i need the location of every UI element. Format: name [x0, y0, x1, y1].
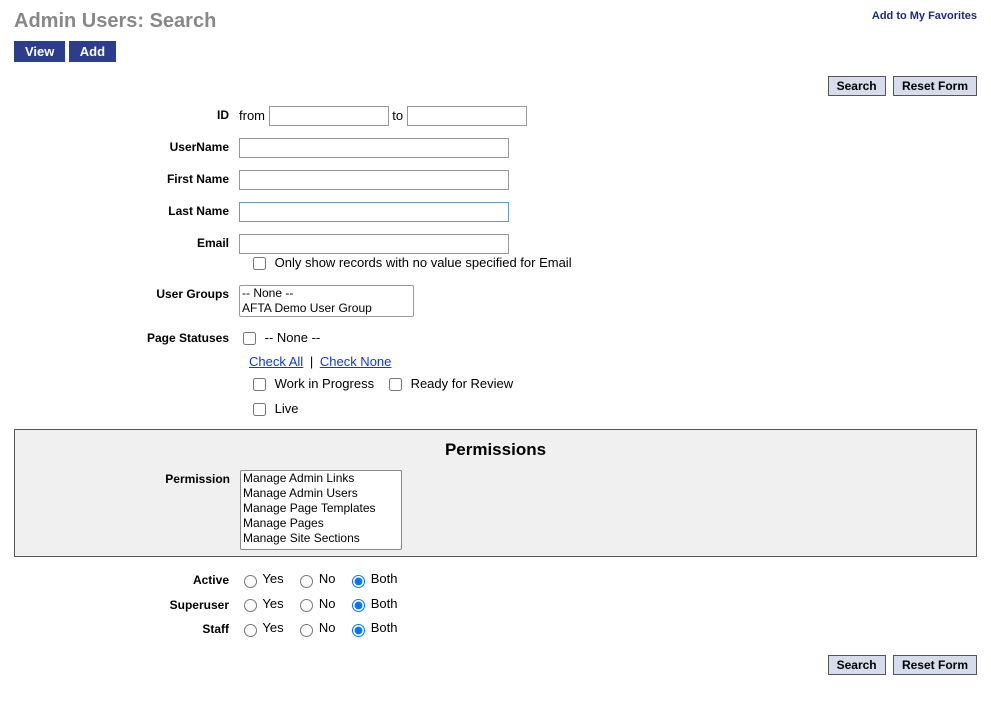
top-button-bar: Search Reset Form [14, 76, 977, 96]
active-no-radio[interactable] [300, 575, 313, 588]
id-from-input[interactable] [269, 106, 389, 126]
email-empty-note: Only show records with no value specifie… [275, 255, 572, 270]
staff-yes-text: Yes [262, 620, 283, 635]
add-to-favorites-link[interactable]: Add to My Favorites [872, 10, 977, 22]
staff-no-text: No [319, 620, 336, 635]
permission-select[interactable]: Manage Admin Links Manage Admin Users Ma… [240, 470, 402, 550]
staff-both-radio[interactable] [352, 624, 365, 637]
id-label: ID [14, 106, 239, 122]
page-status-wip-text: Work in Progress [275, 376, 374, 391]
email-label: Email [14, 234, 239, 250]
superuser-label: Superuser [14, 596, 239, 612]
page-status-ready-text: Ready for Review [411, 376, 514, 391]
email-empty-checkbox[interactable] [253, 257, 266, 270]
active-no-text: No [319, 571, 336, 586]
first-name-label: First Name [14, 170, 239, 186]
superuser-both-radio[interactable] [352, 599, 365, 612]
username-label: UserName [14, 138, 239, 154]
staff-no-radio[interactable] [300, 624, 313, 637]
pipe-sep: | [310, 354, 313, 369]
staff-yes-radio[interactable] [244, 624, 257, 637]
search-button-bottom[interactable]: Search [828, 655, 886, 675]
tab-bar: View Add [14, 41, 977, 62]
last-name-label: Last Name [14, 202, 239, 218]
first-name-input[interactable] [239, 170, 509, 190]
user-groups-label: User Groups [14, 285, 239, 301]
id-to-label: to [392, 108, 403, 123]
perm-option[interactable]: Manage Page Templates [241, 501, 401, 516]
perm-option[interactable]: Manage Site Sections [241, 531, 401, 546]
user-groups-option-none[interactable]: -- None -- [240, 286, 413, 301]
username-input[interactable] [239, 138, 509, 158]
check-none-link[interactable]: Check None [320, 354, 392, 369]
user-groups-select[interactable]: -- None -- AFTA Demo User Group [239, 285, 414, 317]
superuser-both-text: Both [371, 596, 398, 611]
email-input[interactable] [239, 234, 509, 254]
perm-option[interactable]: Manage Admin Users [241, 486, 401, 501]
page-status-live-text: Live [275, 401, 299, 416]
page-statuses-label: Page Statuses [14, 329, 239, 345]
last-name-input[interactable] [239, 202, 509, 222]
search-button-top[interactable]: Search [828, 76, 886, 96]
superuser-yes-text: Yes [262, 596, 283, 611]
page-status-live-checkbox[interactable] [253, 403, 266, 416]
page-status-wip-checkbox[interactable] [253, 378, 266, 391]
superuser-yes-radio[interactable] [244, 599, 257, 612]
id-to-input[interactable] [407, 106, 527, 126]
page-status-none-text: -- None -- [265, 330, 321, 345]
superuser-no-radio[interactable] [300, 599, 313, 612]
id-from-label: from [239, 108, 265, 123]
permissions-title: Permissions [15, 430, 976, 470]
active-both-text: Both [371, 571, 398, 586]
active-yes-radio[interactable] [244, 575, 257, 588]
tab-view[interactable]: View [14, 41, 65, 62]
user-groups-option-afta[interactable]: AFTA Demo User Group [240, 301, 413, 316]
active-label: Active [14, 571, 239, 587]
page-title: Admin Users: Search [14, 10, 216, 33]
tab-add[interactable]: Add [69, 41, 116, 62]
page-status-none-checkbox[interactable] [243, 332, 256, 345]
active-both-radio[interactable] [352, 575, 365, 588]
perm-option[interactable]: Manage Admin Links [241, 471, 401, 486]
permission-label: Permission [15, 470, 240, 486]
active-yes-text: Yes [262, 571, 283, 586]
page-status-ready-checkbox[interactable] [389, 378, 402, 391]
staff-label: Staff [14, 620, 239, 636]
reset-button-top[interactable]: Reset Form [893, 76, 977, 96]
check-all-link[interactable]: Check All [249, 354, 303, 369]
superuser-no-text: No [319, 596, 336, 611]
bottom-button-bar: Search Reset Form [14, 655, 977, 675]
permissions-panel: Permissions Permission Manage Admin Link… [14, 429, 977, 557]
perm-option[interactable]: Manage Pages [241, 516, 401, 531]
staff-both-text: Both [371, 620, 398, 635]
reset-button-bottom[interactable]: Reset Form [893, 655, 977, 675]
